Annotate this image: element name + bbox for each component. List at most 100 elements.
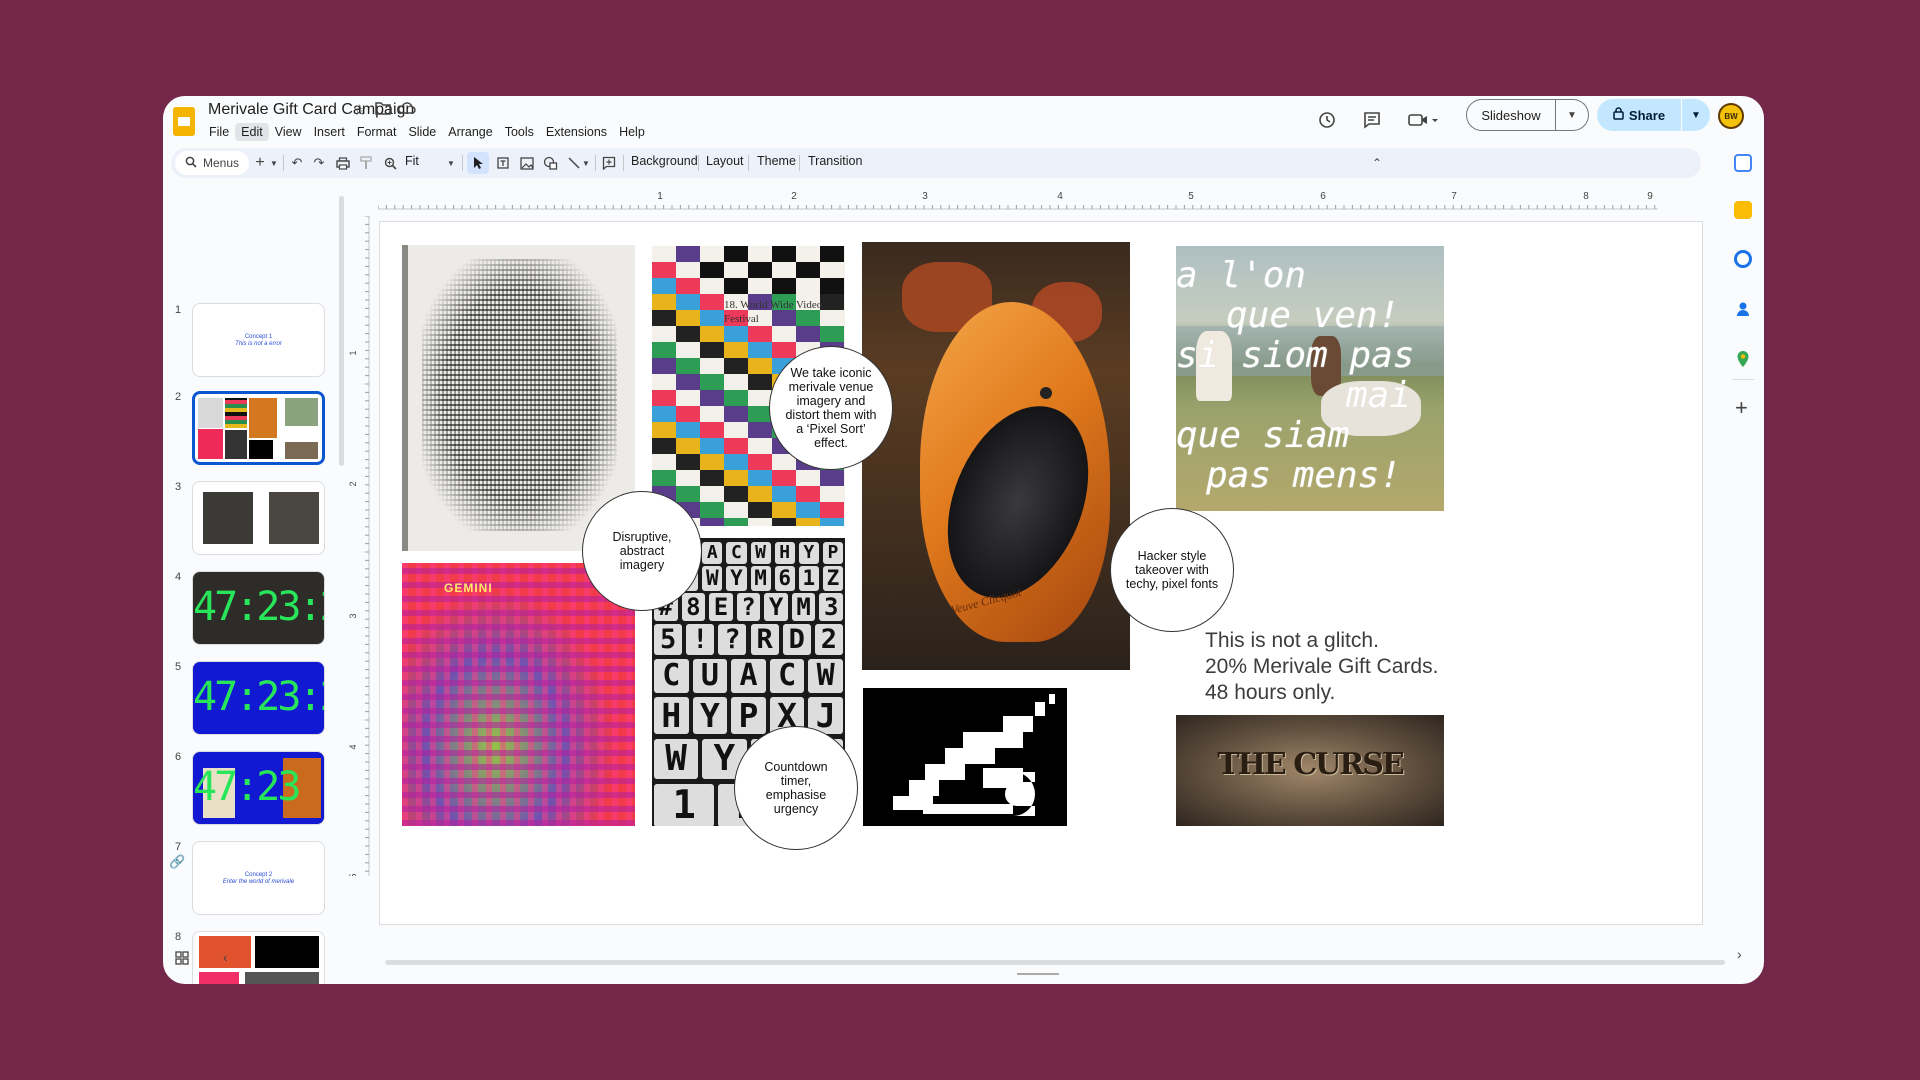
cloud-saved-icon[interactable] [398,101,416,119]
shape-icon[interactable] [540,152,560,174]
layout-button[interactable]: Layout [706,154,744,168]
toolbar: Menus + ▼ ↶ ↷ Fit ▼ ▼ Background Layout … [171,148,1701,178]
comment-icon[interactable] [1360,108,1384,132]
video-call-icon[interactable] [1406,108,1440,132]
line-dropdown[interactable]: ▼ [581,152,591,174]
slideshow-button[interactable]: Slideshow [1466,99,1556,131]
orange-bottle-pixel-sort-image[interactable]: Veuve Clicquot [862,242,1130,670]
transition-button[interactable]: Transition [808,154,862,168]
keyboard-key: U [692,658,728,693]
new-slide-dropdown[interactable]: ▼ [269,152,279,174]
headline-copy[interactable]: This is not a glitch. 20% Merivale Gift … [1205,628,1438,706]
comment-add-icon[interactable] [599,152,619,174]
thumb-countdown: 47:23:26 [193,584,324,630]
horizontal-ruler: 1 2 3 4 5 6 7 8 9 [378,191,1658,210]
ruler-number: 7 [1451,191,1457,202]
keyboard-key: 1 [798,565,819,591]
move-to-folder-icon[interactable] [375,101,391,119]
slide-thumb-7[interactable]: Concept 2 Enter the world of merivale [192,841,325,915]
link-icon[interactable]: 🔗 [169,854,185,870]
book-ascii-image[interactable] [402,245,635,551]
share-label: Share [1628,107,1666,123]
calendar-icon[interactable] [1734,154,1752,172]
cursor-icon[interactable] [467,152,489,174]
slide-thumb-4[interactable]: 47:23:26 [192,571,325,645]
menu-insert[interactable]: Insert [308,123,351,141]
callout-countdown[interactable]: Countdown timer, emphasise urgency [734,726,858,850]
maps-icon[interactable] [1734,350,1752,368]
collapse-filmstrip-icon[interactable]: ‹ [223,949,228,965]
menu-view[interactable]: View [269,123,308,141]
the-curse-image[interactable]: THE CURSE [1176,715,1444,826]
filmstrip: 1 Concept 1 This is not a error 2 3 4 47… [163,188,341,984]
callout-hacker-style[interactable]: Hacker style takeover with techy, pixel … [1110,508,1234,632]
callout-disruptive[interactable]: Disruptive, abstract imagery [582,491,702,611]
ruler-number: 9 [1647,191,1653,202]
grid-view-icon[interactable] [175,951,189,970]
gemini-dither-image[interactable]: GEMINI [402,563,635,826]
plus-icon[interactable]: + [253,152,267,174]
history-icon[interactable] [1315,108,1339,132]
vertical-ruler: 1 2 3 4 5 [348,216,370,876]
expand-panel-icon[interactable]: › [1737,946,1742,962]
zoom-select[interactable]: Fit [405,154,419,168]
print-icon[interactable] [333,152,353,174]
zoom-icon[interactable] [380,152,400,174]
menu-format[interactable]: Format [351,123,403,141]
menu-tools[interactable]: Tools [499,123,540,141]
slide-thumb-2[interactable] [192,391,325,465]
notes-drag-handle[interactable] [1017,973,1059,975]
menu-slide[interactable]: Slide [402,123,442,141]
filmstrip-scrollbar[interactable] [339,196,344,466]
avatar[interactable]: BW [1718,103,1744,129]
divider [623,155,624,171]
menu-arrange[interactable]: Arrange [442,123,498,141]
collapse-icon[interactable]: ⌃ [1367,152,1387,174]
menu-help[interactable]: Help [613,123,651,141]
menus-search[interactable]: Menus [175,151,249,175]
slide-thumb-3[interactable] [192,481,325,555]
callout-pixel-sort[interactable]: We take iconic merivale venue imagery an… [769,346,893,470]
glitch-text-image[interactable] [863,688,1067,826]
image-icon[interactable] [517,152,537,174]
keyboard-key: C [726,542,747,564]
zoom-dropdown[interactable]: ▼ [446,152,456,174]
divider [799,155,800,171]
share-dropdown[interactable]: ▼ [1682,99,1710,131]
keep-icon[interactable] [1734,201,1752,219]
text-box-icon[interactable] [493,152,513,174]
slide-thumb-6[interactable]: 47:23 [192,751,325,825]
redo-icon[interactable]: ↷ [309,152,329,174]
contacts-icon[interactable] [1734,300,1752,318]
menu-edit[interactable]: Edit [235,123,269,141]
slide-thumb-5[interactable]: 47:23:26 [192,661,325,735]
poster-title: 18. World Wide Video Festival [724,299,823,325]
divider [698,155,699,171]
add-addon-icon[interactable]: + [1735,395,1748,421]
keyboard-key: P [822,542,843,564]
star-icon[interactable]: ☆ [353,101,366,119]
slide-number: 6 [174,751,182,763]
theme-button[interactable]: Theme [757,154,796,168]
app-window: Merivale Gift Card Campaign ☆ File Edit … [163,96,1764,984]
horizontal-scrollbar[interactable] [385,960,1725,965]
share-button[interactable]: Share [1597,99,1681,131]
slides-logo[interactable] [173,107,195,136]
ruler-number: 8 [1583,191,1589,202]
tasks-icon[interactable] [1734,250,1752,268]
slide-thumb-1[interactable]: Concept 1 This is not a error [192,303,325,377]
menu-file[interactable]: File [203,123,235,141]
background-button[interactable]: Background [631,154,698,168]
keyboard-key: R [750,624,779,656]
slide-number: 8 [174,931,182,943]
slide-number: 1 [174,304,182,316]
slide-canvas[interactable]: 18. World Wide Video Festival Veuve Clic… [380,222,1702,924]
menu-extensions[interactable]: Extensions [540,123,613,141]
paint-format-icon[interactable] [356,152,376,174]
ruler-number: 5 [1188,191,1194,202]
undo-icon[interactable]: ↶ [287,152,307,174]
slideshow-dropdown[interactable]: ▼ [1556,99,1589,131]
ruler-number: 2 [348,481,358,486]
slide-thumb-8[interactable] [192,931,325,984]
horse-riders-pixel-font-image[interactable]: a l'on que ven! si siom pas mai que siam pas … [1176,246,1444,511]
